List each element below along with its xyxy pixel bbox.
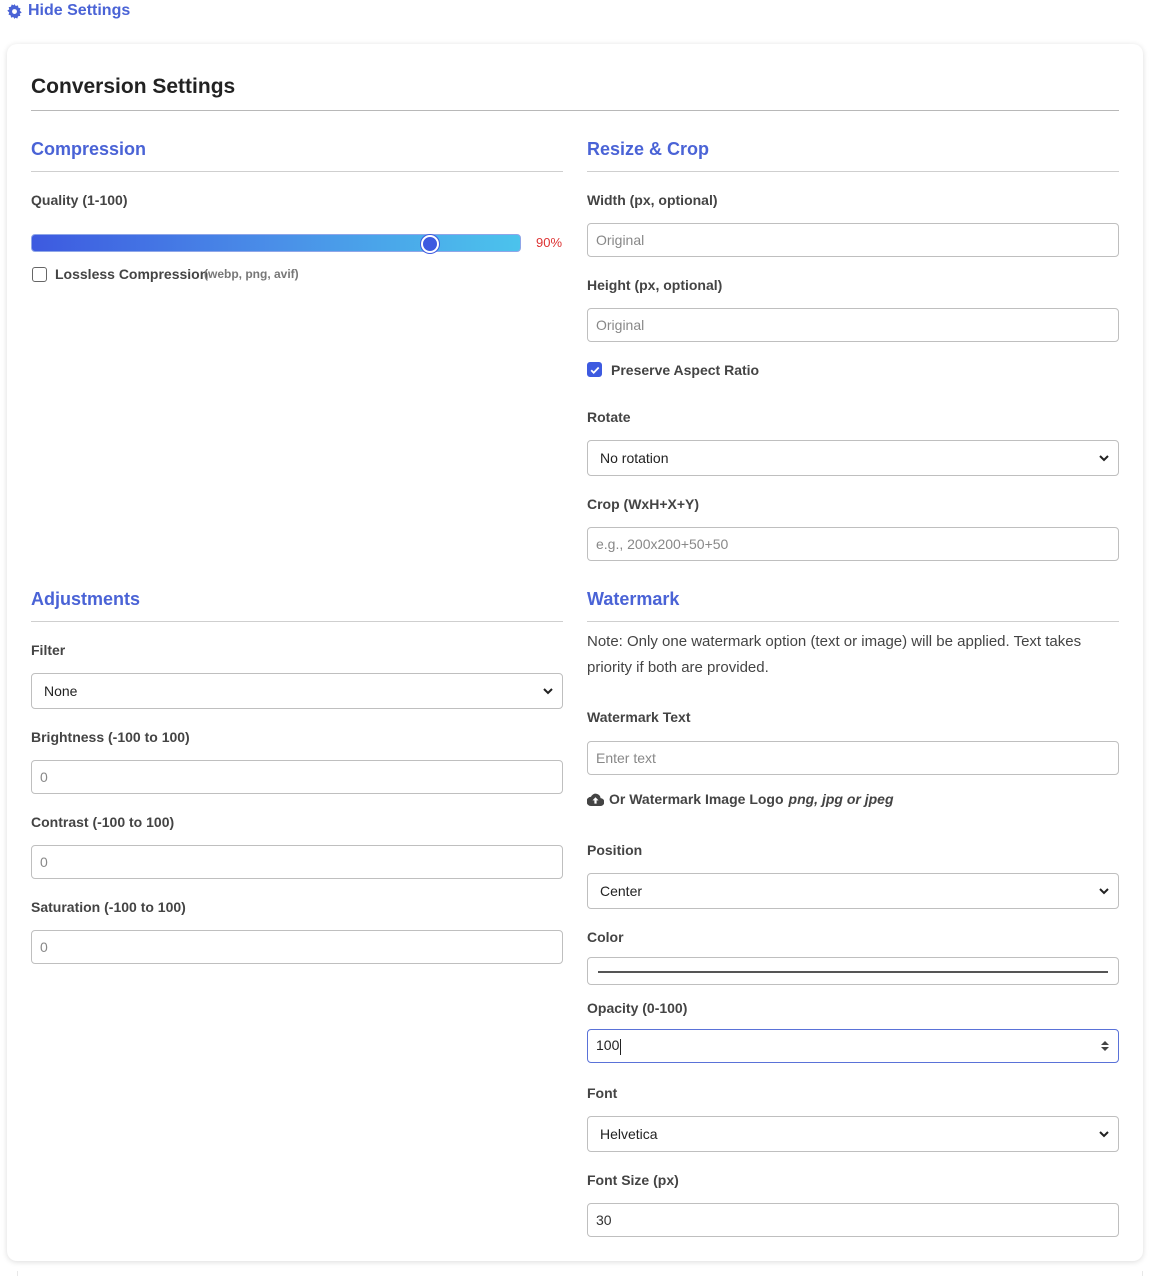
adjustments-heading: Adjustments <box>31 589 141 609</box>
opacity-label: Opacity (0-100) <box>587 1000 688 1016</box>
chevron-down-icon <box>1099 455 1109 462</box>
adjustments-section: Adjustments Filter None Brightness (-100… <box>31 587 563 967</box>
font-size-input[interactable] <box>587 1203 1119 1237</box>
resize-heading: Resize & Crop <box>587 139 710 159</box>
filter-select[interactable]: None <box>31 673 563 709</box>
color-picker[interactable] <box>587 957 1119 985</box>
color-label: Color <box>587 929 624 945</box>
height-label: Height (px, optional) <box>587 277 723 293</box>
rotate-select[interactable]: No rotation <box>587 440 1119 476</box>
rotate-select-value: No rotation <box>600 450 669 466</box>
watermark-section: Watermark Note: Only one watermark optio… <box>587 587 1119 1237</box>
cloud-upload-icon <box>587 793 604 806</box>
watermark-text-input[interactable] <box>587 741 1119 775</box>
opacity-input[interactable]: 100 <box>587 1029 1119 1063</box>
checkmark-icon <box>590 366 599 374</box>
resize-crop-section: Resize & Crop Width (px, optional) Heigh… <box>587 137 1119 567</box>
number-spinner[interactable] <box>1100 1039 1110 1053</box>
brightness-label: Brightness (-100 to 100) <box>31 729 190 745</box>
card-footer-edge <box>17 1271 1143 1276</box>
section-divider <box>31 621 563 622</box>
font-select[interactable]: Helvetica <box>587 1116 1119 1152</box>
title-divider <box>31 110 1119 111</box>
color-swatch <box>598 971 1108 973</box>
spinner-arrows-icon <box>1101 1041 1109 1051</box>
opacity-value: 100 <box>596 1037 620 1054</box>
height-input[interactable] <box>587 308 1119 342</box>
text-cursor <box>620 1038 622 1055</box>
crop-label: Crop (WxH+X+Y) <box>587 496 700 512</box>
hide-settings-link[interactable]: Hide Settings <box>7 2 130 20</box>
lossless-checkbox[interactable] <box>32 267 47 282</box>
brightness-input[interactable] <box>31 760 563 794</box>
rotate-label: Rotate <box>587 409 631 425</box>
section-divider <box>587 171 1119 172</box>
quality-label: Quality (1-100) <box>31 192 128 208</box>
chevron-down-icon <box>1099 1131 1109 1138</box>
card-title: Conversion Settings <box>31 75 236 98</box>
watermark-text-label: Watermark Text <box>587 709 691 725</box>
watermark-heading: Watermark <box>587 589 680 609</box>
quality-slider[interactable] <box>31 234 521 253</box>
font-size-label: Font Size (px) <box>587 1172 679 1188</box>
aspect-ratio-label: Preserve Aspect Ratio <box>611 362 760 378</box>
conversion-settings-card: Conversion Settings Compression Quality … <box>7 44 1143 1261</box>
chevron-down-icon <box>543 688 553 695</box>
gear-icon <box>7 3 22 19</box>
position-select-value: Center <box>600 883 643 899</box>
saturation-label: Saturation (-100 to 100) <box>31 899 186 915</box>
filter-select-value: None <box>44 683 78 699</box>
hide-settings-label: Hide Settings <box>28 2 131 19</box>
font-select-value: Helvetica <box>600 1126 658 1142</box>
watermark-image-upload[interactable]: Or Watermark Image Logo png, jpg or jpeg <box>587 791 894 807</box>
contrast-input[interactable] <box>31 845 563 879</box>
aspect-ratio-checkbox[interactable] <box>587 362 602 377</box>
lossless-label: Lossless Compression <box>55 266 209 282</box>
font-label: Font <box>587 1085 618 1101</box>
upload-label: Or Watermark Image Logo <box>609 791 784 807</box>
width-input[interactable] <box>587 223 1119 257</box>
crop-input[interactable] <box>587 527 1119 561</box>
upload-formats: png, jpg or jpeg <box>788 791 894 807</box>
section-divider <box>31 171 563 172</box>
saturation-input[interactable] <box>31 930 563 964</box>
watermark-note: Note: Only one watermark option (text or… <box>587 633 1082 676</box>
position-select[interactable]: Center <box>587 873 1119 909</box>
contrast-label: Contrast (-100 to 100) <box>31 814 175 830</box>
width-label: Width (px, optional) <box>587 192 718 208</box>
quality-value: 90% <box>536 235 563 250</box>
position-label: Position <box>587 842 643 858</box>
filter-label: Filter <box>31 642 66 658</box>
section-divider <box>587 621 1119 622</box>
chevron-down-icon <box>1099 888 1109 895</box>
compression-section: Compression Quality (1-100) 90% Lossless… <box>31 137 563 297</box>
quality-slider-thumb[interactable] <box>421 235 439 253</box>
lossless-hint: (webp, png, avif) <box>204 267 299 281</box>
compression-heading: Compression <box>31 139 147 159</box>
